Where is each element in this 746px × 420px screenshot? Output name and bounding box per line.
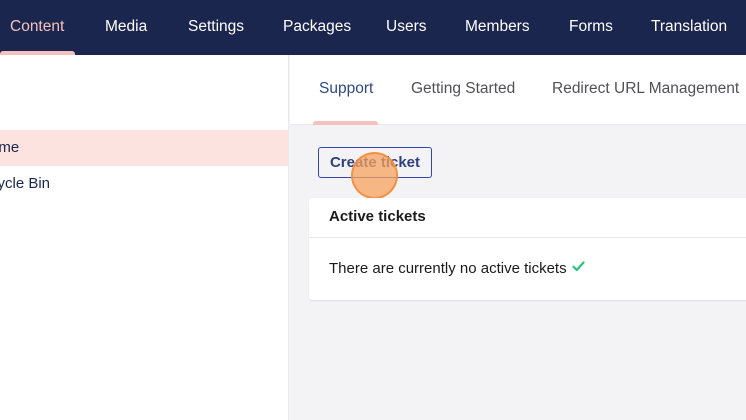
nav-members[interactable]: Members [465, 0, 530, 55]
active-tickets-card: Active tickets There are currently no ac… [309, 198, 746, 300]
nav-media[interactable]: Media [105, 0, 147, 55]
nav-packages[interactable]: Packages [283, 0, 351, 55]
dashboard-tabs: Support Getting Started Redirect URL Man… [290, 55, 746, 125]
create-ticket-button[interactable]: Create ticket [318, 147, 432, 178]
card-header: Active tickets [309, 198, 746, 238]
nav-settings[interactable]: Settings [188, 0, 244, 55]
checkmark-icon [572, 259, 585, 276]
card-title: Active tickets [329, 208, 426, 225]
card-message: There are currently no active tickets [329, 259, 585, 277]
no-tickets-message: There are currently no active tickets [329, 260, 567, 277]
nav-forms[interactable]: Forms [569, 0, 613, 55]
tree-item-home[interactable]: ome [0, 130, 288, 166]
tab-redirect-url-management[interactable]: Redirect URL Management [552, 55, 739, 125]
nav-content[interactable]: Content [10, 0, 64, 55]
nav-users[interactable]: Users [386, 0, 426, 55]
top-navigation: Content Media Settings Packages Users Me… [0, 0, 746, 55]
tab-active-indicator [313, 121, 378, 125]
tree-item-label: cycle Bin [0, 175, 51, 192]
content-tree-sidebar: t ome cycle Bin [0, 55, 289, 420]
tree-item-recycle-bin[interactable]: cycle Bin [0, 166, 288, 202]
dashboard-main: Support Getting Started Redirect URL Man… [290, 55, 746, 420]
tab-support[interactable]: Support [319, 55, 373, 125]
tree-item-label: ome [0, 139, 20, 156]
nav-translation[interactable]: Translation [651, 0, 727, 55]
tab-getting-started[interactable]: Getting Started [411, 55, 515, 125]
